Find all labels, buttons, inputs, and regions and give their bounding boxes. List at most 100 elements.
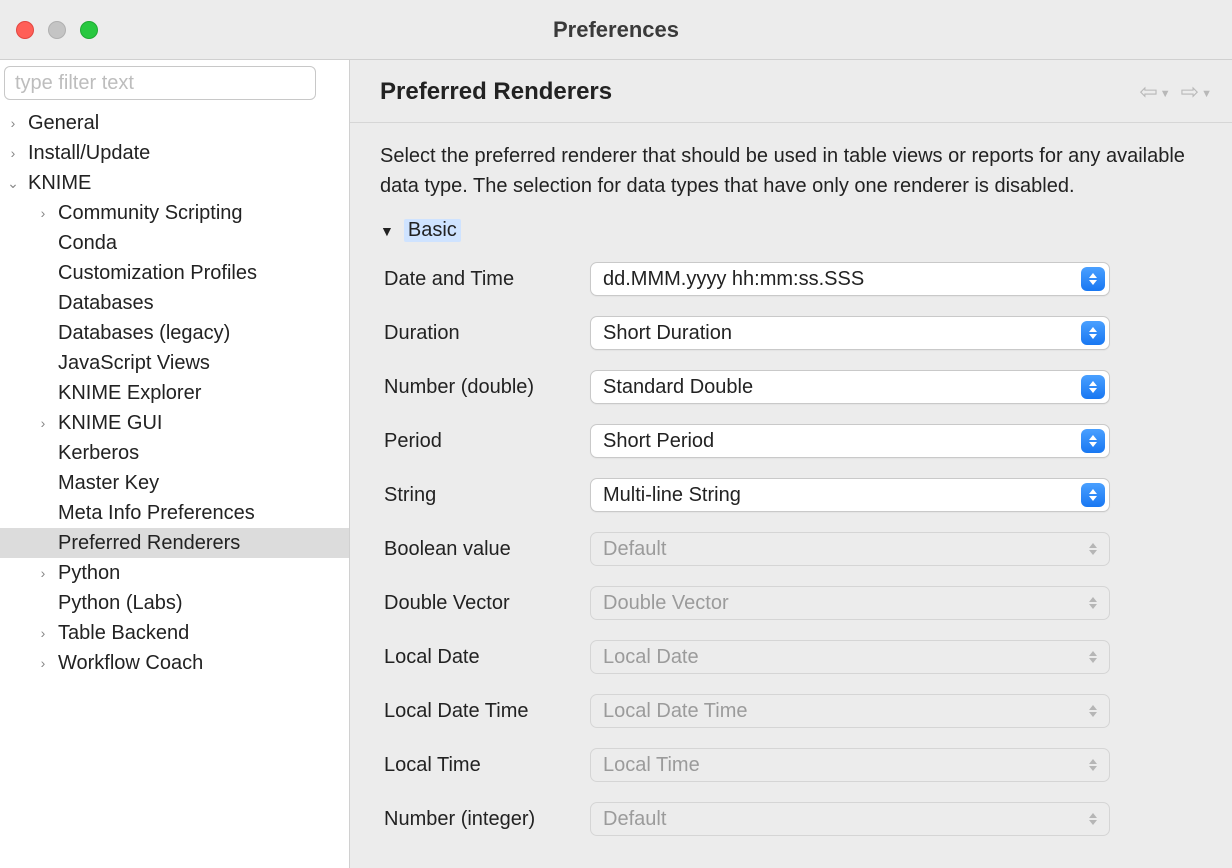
renderer-label: Local Time bbox=[380, 754, 590, 777]
renderer-row: Local Date Local Date bbox=[380, 630, 1208, 684]
renderer-select-wrap: Local Date Time bbox=[590, 694, 1110, 728]
tree-item[interactable]: ›Kerberos bbox=[0, 438, 349, 468]
renderer-select-wrap: dd.MMM.yyyy hh:mm:ss.SSS bbox=[590, 262, 1110, 296]
renderer-select-wrap: Short Duration bbox=[590, 316, 1110, 350]
page-nav: ⇦▼ ⇨▼ bbox=[1139, 81, 1212, 103]
renderer-select[interactable]: Short Duration bbox=[590, 316, 1110, 350]
renderer-select-wrap: Default bbox=[590, 802, 1110, 836]
section-label: Basic bbox=[404, 219, 461, 242]
renderer-select-value: Standard Double bbox=[603, 376, 753, 399]
renderer-select-value: dd.MMM.yyyy hh:mm:ss.SSS bbox=[603, 268, 864, 291]
tree-item[interactable]: ›KNIME Explorer bbox=[0, 378, 349, 408]
chevron-right-icon[interactable]: › bbox=[34, 558, 52, 588]
renderer-select[interactable]: Short Period bbox=[590, 424, 1110, 458]
section-header[interactable]: ▼ Basic bbox=[350, 211, 1232, 248]
tree-item[interactable]: ›Table Backend bbox=[0, 618, 349, 648]
tree-item-label: Python bbox=[58, 558, 120, 588]
tree-item[interactable]: ›Community Scripting bbox=[0, 198, 349, 228]
renderer-select-wrap: Standard Double bbox=[590, 370, 1110, 404]
renderer-select-value: Local Date bbox=[603, 646, 699, 669]
forward-button[interactable]: ⇨▼ bbox=[1181, 81, 1212, 103]
renderer-row: PeriodShort Period bbox=[380, 414, 1208, 468]
updown-icon bbox=[1081, 429, 1105, 453]
chevron-right-icon[interactable]: › bbox=[34, 618, 52, 648]
dropdown-icon: ▼ bbox=[1201, 89, 1212, 100]
back-button[interactable]: ⇦▼ bbox=[1139, 81, 1170, 103]
updown-icon bbox=[1081, 591, 1105, 615]
tree-item[interactable]: ›Databases (legacy) bbox=[0, 318, 349, 348]
tree-item[interactable]: ⌄KNIME bbox=[0, 168, 349, 198]
tree-item[interactable]: ›Preferred Renderers bbox=[0, 528, 349, 558]
window-title: Preferences bbox=[12, 17, 1220, 43]
renderer-row: DurationShort Duration bbox=[380, 306, 1208, 360]
renderer-select[interactable]: Multi-line String bbox=[590, 478, 1110, 512]
updown-icon bbox=[1081, 753, 1105, 777]
tree-item[interactable]: ›Install/Update bbox=[0, 138, 349, 168]
chevron-right-icon[interactable]: › bbox=[34, 408, 52, 438]
minimize-icon[interactable] bbox=[48, 21, 66, 39]
renderer-select-value: Default bbox=[603, 808, 666, 831]
renderer-select-value: Short Period bbox=[603, 430, 714, 453]
tree-item-label: Python (Labs) bbox=[58, 588, 183, 618]
renderer-label: Local Date Time bbox=[380, 700, 590, 723]
tree-item[interactable]: ›General bbox=[0, 108, 349, 138]
renderer-select[interactable]: dd.MMM.yyyy hh:mm:ss.SSS bbox=[590, 262, 1110, 296]
chevron-down-icon[interactable]: ⌄ bbox=[4, 168, 22, 198]
tree-item-label: Install/Update bbox=[28, 138, 150, 168]
filter-input[interactable] bbox=[4, 66, 316, 100]
tree-item[interactable]: ›JavaScript Views bbox=[0, 348, 349, 378]
renderer-select-wrap: Local Time bbox=[590, 748, 1110, 782]
renderer-row: Local Date Time Local Date Time bbox=[380, 684, 1208, 738]
tree-item[interactable]: ›Customization Profiles bbox=[0, 258, 349, 288]
page-title: Preferred Renderers bbox=[380, 78, 612, 106]
renderer-label: String bbox=[380, 484, 590, 507]
tree-item[interactable]: ›Meta Info Preferences bbox=[0, 498, 349, 528]
renderer-select-wrap: Short Period bbox=[590, 424, 1110, 458]
tree-item-label: JavaScript Views bbox=[58, 348, 210, 378]
tree-item[interactable]: ›Databases bbox=[0, 288, 349, 318]
tree-item[interactable]: ›KNIME GUI bbox=[0, 408, 349, 438]
tree-item-label: Databases bbox=[58, 288, 154, 318]
renderer-row: Number (double)Standard Double bbox=[380, 360, 1208, 414]
tree-item-label: Table Backend bbox=[58, 618, 189, 648]
renderer-label: Double Vector bbox=[380, 592, 590, 615]
tree-item-label: Master Key bbox=[58, 468, 159, 498]
close-icon[interactable] bbox=[16, 21, 34, 39]
tree-item[interactable]: ›Python bbox=[0, 558, 349, 588]
renderer-select-value: Double Vector bbox=[603, 592, 729, 615]
renderer-select: Double Vector bbox=[590, 586, 1110, 620]
chevron-right-icon[interactable]: › bbox=[34, 648, 52, 678]
renderer-select: Default bbox=[590, 802, 1110, 836]
tree-item-label: General bbox=[28, 108, 99, 138]
renderer-select-wrap: Local Date bbox=[590, 640, 1110, 674]
renderer-label: Date and Time bbox=[380, 268, 590, 291]
window-body: ›General›Install/Update⌄KNIME›Community … bbox=[0, 60, 1232, 868]
tree-item-label: Kerberos bbox=[58, 438, 139, 468]
tree-item-label: Conda bbox=[58, 228, 117, 258]
renderer-label: Local Date bbox=[380, 646, 590, 669]
tree-item[interactable]: ›Python (Labs) bbox=[0, 588, 349, 618]
chevron-right-icon[interactable]: › bbox=[4, 108, 22, 138]
tree-item[interactable]: ›Master Key bbox=[0, 468, 349, 498]
content-pane: Preferred Renderers ⇦▼ ⇨▼ Select the pre… bbox=[350, 60, 1232, 868]
tree-item-label: Preferred Renderers bbox=[58, 528, 240, 558]
renderer-select-wrap: Default bbox=[590, 532, 1110, 566]
renderer-row: Date and Time dd.MMM.yyyy hh:mm:ss.SSS bbox=[380, 252, 1208, 306]
zoom-icon[interactable] bbox=[80, 21, 98, 39]
renderer-select-value: Multi-line String bbox=[603, 484, 741, 507]
tree-item-label: KNIME bbox=[28, 168, 91, 198]
renderer-row: Number (integer) Default bbox=[380, 792, 1208, 846]
window-controls bbox=[16, 21, 98, 39]
sidebar: ›General›Install/Update⌄KNIME›Community … bbox=[0, 60, 350, 868]
titlebar: Preferences bbox=[0, 0, 1232, 60]
renderer-select[interactable]: Standard Double bbox=[590, 370, 1110, 404]
renderer-label: Number (integer) bbox=[380, 808, 590, 831]
page-description: Select the preferred renderer that shoul… bbox=[350, 123, 1232, 211]
tree-item[interactable]: ›Conda bbox=[0, 228, 349, 258]
renderer-select-value: Local Date Time bbox=[603, 700, 748, 723]
chevron-right-icon[interactable]: › bbox=[4, 138, 22, 168]
chevron-right-icon[interactable]: › bbox=[34, 198, 52, 228]
tree-item[interactable]: ›Workflow Coach bbox=[0, 648, 349, 678]
updown-icon bbox=[1081, 375, 1105, 399]
updown-icon bbox=[1081, 483, 1105, 507]
